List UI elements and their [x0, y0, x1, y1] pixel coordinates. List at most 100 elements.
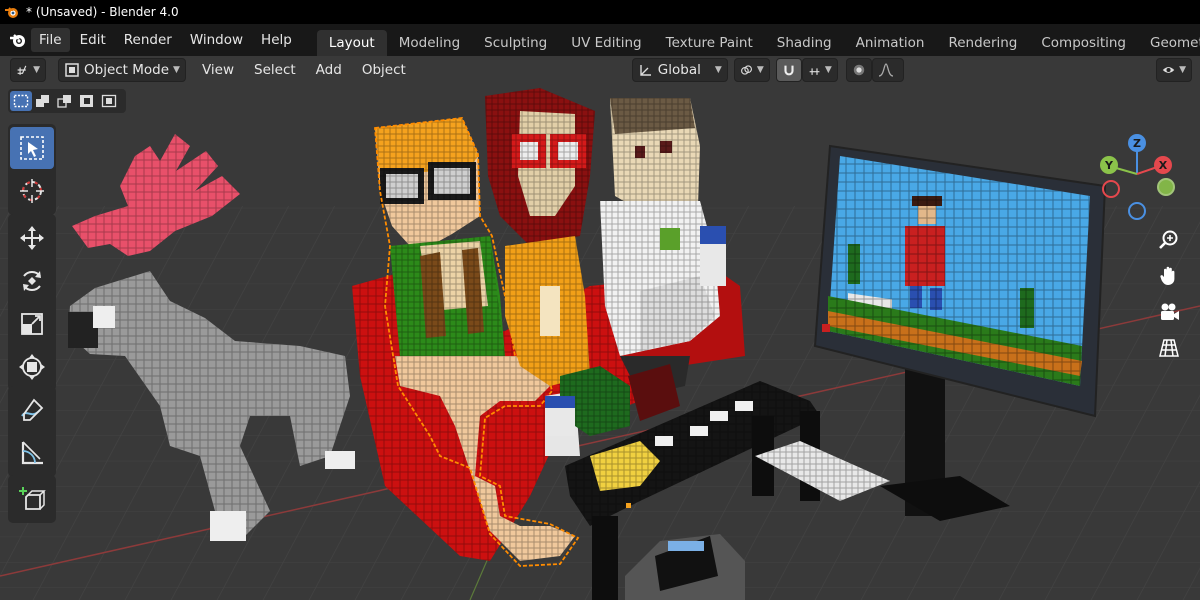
add-menu[interactable]: Add	[310, 58, 348, 82]
menu-edit[interactable]: Edit	[72, 28, 114, 52]
tool-move[interactable]	[10, 217, 54, 259]
chevron-down-icon: ▼	[173, 65, 180, 75]
view-menu[interactable]: View	[196, 58, 240, 82]
toolbar-select-group	[8, 124, 56, 215]
eye-icon	[1162, 67, 1175, 73]
navigation-gizmo[interactable]: Z Y X	[1094, 126, 1190, 226]
pivot-point-dropdown[interactable]: ▼	[733, 58, 770, 82]
select-invert-button[interactable]	[76, 91, 98, 111]
tool-annotate[interactable]	[10, 389, 54, 431]
chevron-down-icon: ▼	[33, 65, 40, 75]
tool-cursor[interactable]	[10, 170, 54, 212]
select-subtract-button[interactable]	[54, 91, 76, 111]
pan-hand-icon	[1160, 266, 1175, 285]
chevron-down-icon: ▼	[714, 65, 722, 75]
scale-icon	[21, 313, 43, 335]
tool-add-cube[interactable]	[10, 478, 54, 520]
toolbar-transform-group	[8, 214, 56, 391]
transform-orientation-dropdown[interactable]: Global ▼	[631, 58, 728, 82]
falloff-curve-icon	[878, 63, 893, 77]
orientation-label: Global	[657, 62, 701, 78]
zoom-icon	[1159, 230, 1178, 249]
tab-modeling[interactable]: Modeling	[387, 30, 472, 56]
chevron-down-icon: ▼	[1179, 65, 1186, 75]
camera-icon	[1161, 303, 1179, 320]
orientation-icon	[640, 65, 651, 76]
mode-label: Object Mode	[84, 62, 170, 78]
object-menu[interactable]: Object	[356, 58, 412, 82]
menu-file[interactable]: File	[31, 28, 70, 52]
tab-texture-paint[interactable]: Texture Paint	[654, 30, 765, 56]
gizmo-y-axis[interactable]: Y	[1100, 156, 1118, 174]
perspective-grid-icon	[1159, 339, 1179, 357]
menu-help[interactable]: Help	[253, 28, 300, 52]
tool-select-box[interactable]	[10, 127, 54, 169]
proportional-edit-icon	[853, 64, 865, 76]
blender-menu-icon[interactable]	[8, 28, 28, 52]
tab-geometry-nodes[interactable]: Geometry Node	[1138, 30, 1200, 56]
rotate-icon	[23, 271, 41, 291]
workspace-tabs: Layout Modeling Sculpting UV Editing Tex…	[316, 24, 1200, 56]
tab-compositing[interactable]: Compositing	[1029, 30, 1138, 56]
menu-window[interactable]: Window	[182, 28, 251, 52]
add-cube-icon	[19, 487, 46, 510]
mode-dropdown[interactable]: Object Mode ▼	[58, 58, 186, 82]
zoom-button[interactable]	[1154, 225, 1184, 255]
link-icon	[740, 65, 752, 75]
proportional-edit-toggle[interactable]	[845, 58, 872, 82]
select-extend-button[interactable]	[32, 91, 54, 111]
perspective-toggle-button[interactable]	[1154, 333, 1184, 363]
window-title: * (Unsaved) - Blender 4.0	[26, 5, 179, 19]
move-icon	[20, 226, 44, 250]
tab-layout[interactable]: Layout	[316, 30, 387, 56]
snap-target-dropdown[interactable]: ▼	[801, 58, 838, 82]
snap-grid-icon	[809, 68, 820, 75]
measure-icon	[21, 441, 43, 465]
viewport-header: ▼ Object Mode ▼ View Select Add Object G…	[0, 56, 1200, 84]
falloff-dropdown[interactable]	[871, 58, 904, 82]
editor-type-button[interactable]: ▼	[10, 58, 46, 82]
tab-rendering[interactable]: Rendering	[936, 30, 1029, 56]
select-new-button[interactable]	[10, 91, 32, 111]
gizmo-neg-z-axis[interactable]	[1128, 202, 1146, 220]
tab-shading[interactable]: Shading	[765, 30, 844, 56]
select-intersect-icon	[101, 94, 117, 108]
select-box-icon	[20, 136, 44, 160]
tool-rotate[interactable]	[10, 260, 54, 302]
menu-render[interactable]: Render	[116, 28, 180, 52]
tool-transform[interactable]	[10, 346, 54, 388]
pan-button[interactable]	[1154, 261, 1184, 291]
tool-scale[interactable]	[10, 303, 54, 345]
select-intersect-button[interactable]	[98, 91, 120, 111]
toolbar-add-group	[8, 475, 56, 523]
tool-measure[interactable]	[10, 432, 54, 474]
magnet-icon	[784, 65, 794, 76]
chevron-down-icon: ▼	[824, 65, 832, 75]
gizmo-neg-y-axis[interactable]	[1157, 178, 1175, 196]
voxel-scene[interactable]	[0, 56, 1200, 600]
cursor-icon	[20, 179, 44, 203]
blender-logo-icon	[5, 7, 18, 18]
tab-sculpting[interactable]: Sculpting	[472, 30, 559, 56]
visibility-dropdown[interactable]: ▼	[1156, 58, 1192, 82]
select-invert-icon	[80, 95, 93, 107]
gizmo-x-axis[interactable]: X	[1154, 156, 1172, 174]
title-bar: * (Unsaved) - Blender 4.0	[0, 0, 1200, 24]
select-new-icon	[13, 94, 29, 108]
select-extend-icon	[36, 95, 49, 107]
tab-animation[interactable]: Animation	[844, 30, 937, 56]
select-subtract-icon	[57, 95, 71, 108]
tab-uv-editing[interactable]: UV Editing	[559, 30, 653, 56]
gizmo-neg-x-axis[interactable]	[1102, 180, 1120, 198]
3d-viewport[interactable]	[0, 56, 1200, 600]
annotate-icon	[21, 398, 44, 421]
object-mode-icon	[65, 63, 79, 77]
camera-view-button[interactable]	[1154, 297, 1184, 327]
snap-toggle[interactable]	[775, 58, 802, 82]
chevron-down-icon: ▼	[756, 65, 764, 75]
select-menu[interactable]: Select	[248, 58, 302, 82]
transform-icon	[19, 354, 45, 380]
top-menu-bar: File Edit Render Window Help Layout Mode…	[0, 24, 1200, 56]
gizmo-z-axis[interactable]: Z	[1128, 134, 1146, 152]
toolbar-annotate-group	[8, 386, 56, 477]
